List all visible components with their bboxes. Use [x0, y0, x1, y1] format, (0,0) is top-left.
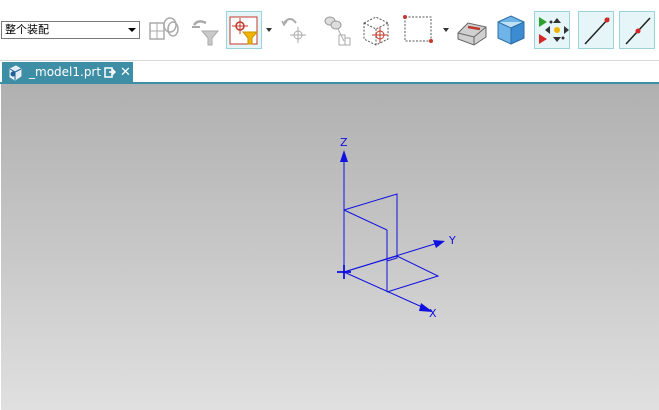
- origin-cross: [337, 265, 351, 279]
- vertical-plane: [343, 193, 398, 262]
- z-axis-label: Z: [340, 136, 348, 149]
- document-tab-bar: _model1.prt ✕: [0, 61, 659, 84]
- y-arrow-icon: [433, 240, 445, 248]
- tab-model1[interactable]: _model1.prt ✕: [2, 62, 133, 83]
- selection-scope-dropdown[interactable]: 整个装配: [1, 21, 140, 39]
- y-axis-label: Y: [448, 234, 456, 247]
- close-icon[interactable]: ✕: [120, 62, 131, 83]
- assembly-navigator-icon[interactable]: [146, 11, 182, 49]
- snap-point-icon[interactable]: [318, 11, 354, 49]
- work-csys: Z Y X: [337, 136, 456, 320]
- view-orientation-icon[interactable]: [494, 11, 530, 49]
- line-endpoint-icon[interactable]: [578, 11, 614, 49]
- shaded-with-edges-icon[interactable]: [454, 11, 490, 49]
- pop-out-icon[interactable]: [104, 66, 116, 78]
- undo-icon[interactable]: [276, 11, 312, 49]
- z-arrow-icon: [340, 150, 348, 162]
- snap-control-icon[interactable]: [534, 11, 570, 49]
- selection-scope-value: 整个装配: [5, 23, 49, 36]
- box-select-dropdown-icon[interactable]: [443, 28, 449, 32]
- selection-filter-icon[interactable]: [226, 11, 262, 49]
- x-axis-label: X: [429, 307, 437, 320]
- chevron-down-icon[interactable]: [128, 28, 136, 32]
- tab-label: _model1.prt: [29, 65, 102, 79]
- selection-filter-dropdown-icon[interactable]: [266, 28, 272, 32]
- main-toolbar: 整个装配: [0, 0, 659, 61]
- line-midpoint-icon[interactable]: [619, 11, 655, 49]
- component-selection-icon[interactable]: [358, 11, 394, 49]
- part-file-icon: [9, 65, 22, 81]
- box-select-icon[interactable]: [401, 11, 437, 49]
- vertical-plane-edge: [343, 209, 388, 231]
- filter-off-icon[interactable]: [188, 11, 224, 49]
- horizontal-plane: [343, 255, 440, 293]
- graphics-window[interactable]: Z Y X: [1, 84, 659, 410]
